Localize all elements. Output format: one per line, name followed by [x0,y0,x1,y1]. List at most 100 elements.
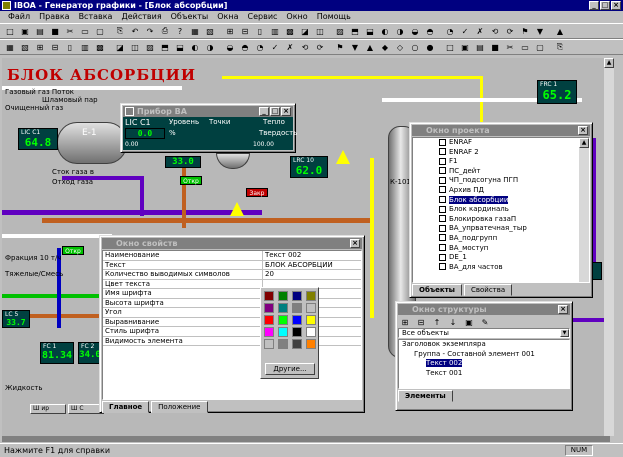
rotate-icon[interactable]: ⬓ [173,41,187,54]
color-swatch[interactable] [278,327,288,337]
zoom-out-icon[interactable]: ⊟ [238,25,252,38]
color-swatch[interactable] [264,303,274,313]
properties-window[interactable]: Окно свойств × Наименование Текст 002 Текс… [99,235,365,413]
fill-icon[interactable]: ▨ [143,41,157,54]
reload-icon[interactable]: ⟳ [503,25,517,38]
property-row[interactable]: Имя шрифта [103,289,361,299]
undo-icon[interactable]: ↶ [128,25,142,38]
clone-icon[interactable]: ⎘ [553,41,567,54]
snap-icon[interactable]: ◒ [408,25,422,38]
property-row[interactable]: Выравнивание [103,317,361,327]
tag-fc-1[interactable]: FC 1 81.34 [40,342,74,364]
paste-icon[interactable]: ▢ [93,25,107,38]
paste-icon[interactable]: ▢ [533,41,547,54]
group-icon[interactable]: ▥ [78,41,92,54]
run-icon[interactable]: ◓ [238,41,252,54]
front-icon[interactable]: ◪ [298,25,312,38]
pribor-close-button[interactable]: × [281,107,291,116]
objects-scroll-up[interactable]: ▲ [579,138,589,148]
objects-close-button[interactable]: × [578,126,588,135]
align-icon[interactable]: ▯ [253,25,267,38]
color-swatch[interactable] [292,303,302,313]
menu-item-3[interactable]: Действия [121,11,161,23]
struct-close-button[interactable]: × [558,305,568,314]
property-row[interactable]: Видимость элемента [103,336,361,346]
color-swatch[interactable] [306,291,316,301]
shape-icon[interactable]: ◇ [393,41,407,54]
property-value[interactable]: Текст 002 [263,251,361,260]
property-row[interactable]: Наименование Текст 002 [103,251,361,261]
tab-objects-0[interactable]: Объекты [412,284,462,296]
save-icon[interactable]: ▤ [33,25,47,38]
objects-tree[interactable]: ENRAF ENRAF 2 F1 ПС_дейт ЧП_подсогуна ПГП Арх… [412,137,590,283]
tree-item[interactable]: ENRAF [439,138,589,148]
color-swatch[interactable] [292,291,302,301]
stop-icon[interactable]: ◔ [443,25,457,38]
mdi-vscroll[interactable]: ▲ [604,58,614,436]
properties-grid[interactable]: Наименование Текст 002 Текст БЛОК АБСОРБЦИИ… [102,250,362,400]
tab-props-0[interactable]: Главное [102,401,150,413]
props-close-button[interactable]: × [350,239,360,248]
property-row[interactable]: Стиль шрифта [103,327,361,337]
tag-lc-5[interactable]: LC 5 33.7 [2,310,30,328]
color-swatch[interactable] [264,291,274,301]
property-value[interactable]: БЛОК АБСОРБЦИИ [263,261,361,270]
tree-item[interactable]: ВА_моступ [439,244,589,254]
zoom-in-icon[interactable]: ⊞ [223,25,237,38]
struct-item[interactable]: Текст 002 [399,359,569,369]
open-icon[interactable]: ▣ [18,25,32,38]
color-swatch[interactable] [292,315,302,325]
check-icon[interactable]: ✓ [458,25,472,38]
struct-item[interactable]: Текст 001 [399,369,569,379]
tag-lrc-10[interactable]: LRC 10 62.0 [290,156,328,178]
property-row[interactable]: Высота шрифта [103,298,361,308]
tree-item[interactable]: Блок абсорбции [439,195,589,206]
run-icon[interactable]: ◓ [423,25,437,38]
color-swatch[interactable] [278,315,288,325]
open-button-2[interactable]: Откр [62,246,84,255]
print-icon[interactable]: ⎙ [158,25,172,38]
property-row[interactable]: Текст БЛОК АБСОРБЦИИ [103,260,361,270]
property-row[interactable]: Цвет текста [103,279,361,289]
property-row[interactable]: Угол [103,308,361,318]
struct-combo[interactable]: Все объекты ▼ [398,328,570,338]
tab-objects-1[interactable]: Свойства [463,284,513,296]
front-icon[interactable]: ◪ [113,41,127,54]
layers-icon[interactable]: ▧ [18,41,32,54]
rotate-icon[interactable]: ⬓ [363,25,377,38]
minimize-button[interactable]: _ [589,1,599,10]
cancel-icon[interactable]: ✗ [283,41,297,54]
zoom-in-icon[interactable]: ⊞ [33,41,47,54]
grid-icon[interactable]: ▦ [3,41,17,54]
tree-item[interactable]: ВА_упрватечная_тыр [439,224,589,234]
widget-sh1[interactable]: Ш ир [30,404,66,414]
menu-item-7[interactable]: Окно [286,11,307,23]
open-icon[interactable]: ▣ [458,41,472,54]
pribor-window[interactable]: Прибор ВА _ □ × LIC C1 Уровень Точки Теп… [120,103,297,153]
line-icon[interactable]: ⬒ [348,25,362,38]
menu-item-0[interactable]: Файл [8,11,30,23]
reload-icon[interactable]: ⟳ [313,41,327,54]
copy-icon[interactable]: ▭ [518,41,532,54]
tree-item[interactable]: DE_1 [439,253,589,263]
property-value[interactable]: 20 [263,270,361,279]
tag-frc-1[interactable]: FRC 1 65.2 [537,80,577,104]
tree-item[interactable]: F1 [439,157,589,167]
menu-item-4[interactable]: Объекты [171,11,209,23]
tree-item[interactable]: ПС_дейт [439,167,589,177]
cut-icon[interactable]: ✂ [63,25,77,38]
objects-window[interactable]: Окно проекта × ENRAF ENRAF 2 F1 ПС_дейт ЧП_п… [409,122,593,298]
color-picker[interactable]: Другие... [260,287,319,379]
flip-icon[interactable]: ◐ [188,41,202,54]
tree-item[interactable]: ВА_подгрупп [439,234,589,244]
color-swatch[interactable] [306,315,316,325]
down-icon[interactable]: ▼ [348,41,362,54]
color-swatch[interactable] [292,327,302,337]
refresh-icon[interactable]: ⟲ [488,25,502,38]
menu-item-6[interactable]: Сервис [248,11,278,23]
scroll-up-button[interactable]: ▲ [604,58,614,68]
property-row[interactable]: Количество выводимых символов 20 [103,270,361,280]
tree-item[interactable]: ВА_для частов [439,263,589,273]
struct-item[interactable]: Заголовок экземпляра [399,340,569,350]
other-colors-button[interactable]: Другие... [265,363,315,375]
